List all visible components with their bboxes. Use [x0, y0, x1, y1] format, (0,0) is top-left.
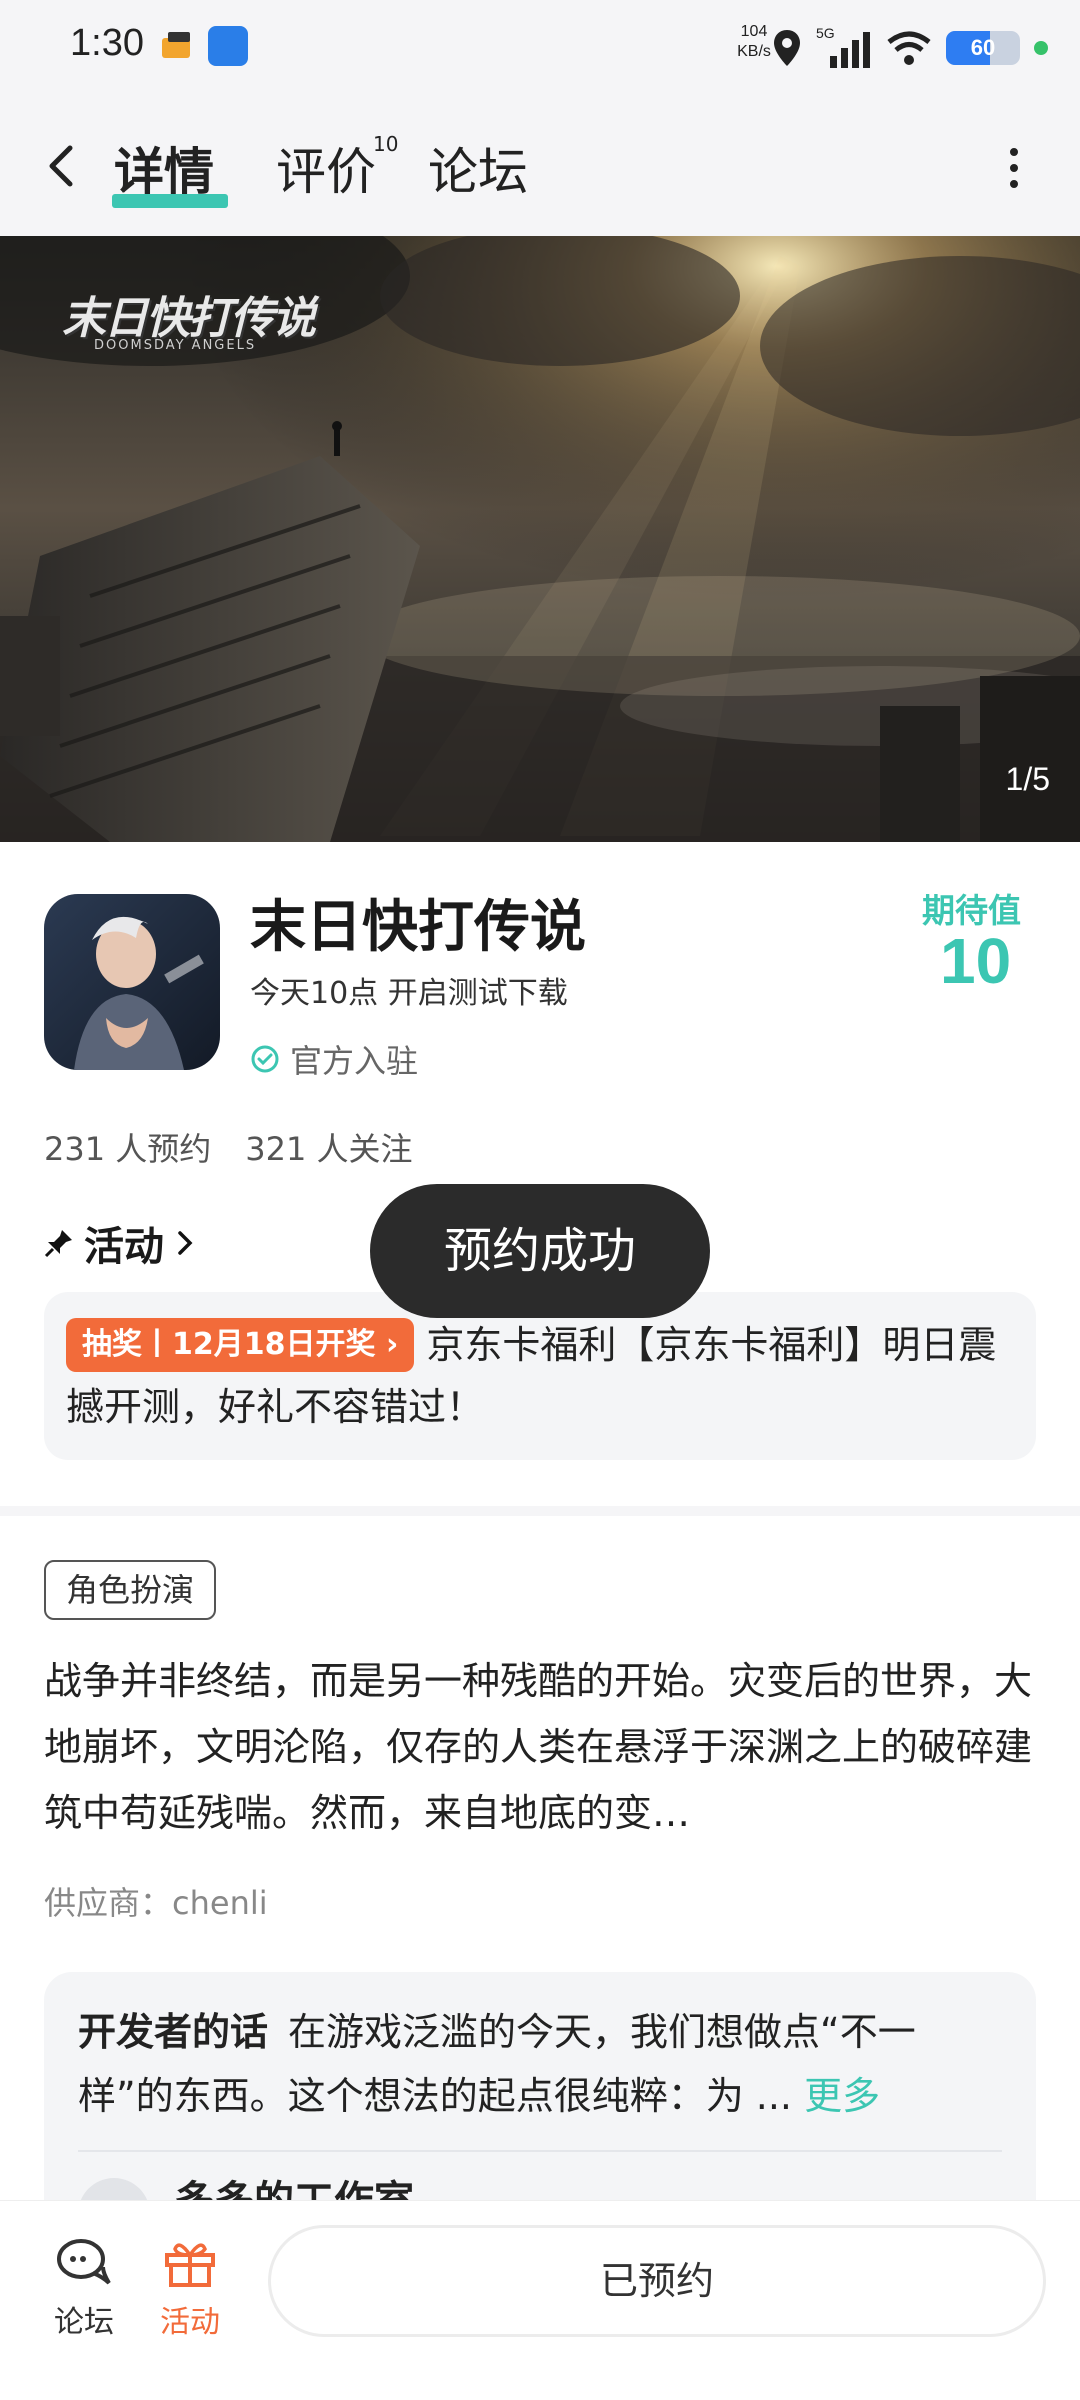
game-description[interactable]: 战争并非终结，而是另一种残酷的开始。灾变后的世界，大地崩坏，文明沦陷，仅存的人类… [44, 1648, 1034, 1846]
tab-details[interactable]: 详情 [114, 132, 214, 204]
hero-banner[interactable]: 末日快打传说 DOOMSDAY ANGELS 1/5 [0, 236, 1080, 842]
status-icons: 5G 60 [772, 20, 1048, 76]
location-icon [774, 30, 800, 66]
wifi-icon [887, 31, 931, 65]
divider [78, 2150, 1002, 2152]
tab-reviews[interactable]: 评价 [276, 132, 376, 204]
hero-game-logo-sub: DOOMSDAY ANGELS [94, 338, 257, 353]
notification-app-icon [208, 26, 248, 66]
battery-icon: 60 [946, 31, 1020, 65]
developer-notes: 开发者的话 在游戏泛滥的今天，我们想做点“不一样”的东西。这个想法的起点很纯粹：为… [78, 2000, 1002, 2128]
activity-header[interactable]: 活动 [44, 1214, 196, 1272]
bottom-action-bar: 论坛 活动 已预约 [0, 2200, 1080, 2400]
forum-label: 论坛 [54, 2305, 114, 2340]
forum-button[interactable]: 论坛 [34, 2237, 134, 2341]
back-icon[interactable] [36, 138, 92, 194]
status-bar: 1:30 104 KB/s 5G 60 [0, 0, 1080, 96]
supplier-label: 供应商：chenli [44, 1884, 268, 1922]
activity-button[interactable]: 活动 [140, 2237, 240, 2341]
svg-text:5G: 5G [816, 26, 835, 41]
hero-game-logo: 末日快打传说 [62, 293, 316, 344]
top-nav: 详情 评价 10 论坛 [0, 96, 1080, 236]
game-info-card: 末日快打传说 今天10点 开启测试下载 官方入驻 期待值 10 231 人预约 … [0, 842, 1080, 1506]
pin-icon [44, 1230, 72, 1258]
chevron-right-icon [178, 1231, 193, 1255]
more-options-icon[interactable] [994, 144, 1034, 192]
description-section: 角色扮演 战争并非终结，而是另一种残酷的开始。灾变后的世界，大地崩坏，文明沦陷，… [0, 1516, 1080, 2200]
gift-icon [165, 2243, 215, 2287]
signal-icon: 5G [816, 26, 870, 68]
battery-level: 60 [970, 35, 996, 60]
tab-forum[interactable]: 论坛 [428, 132, 528, 204]
more-link[interactable]: 更多 [804, 2074, 880, 2118]
image-counter: 1/5 [1005, 761, 1050, 797]
stats-row: 231 人预约 321 人关注 [44, 1124, 413, 1170]
developer-notes-card[interactable]: 开发者的话 在游戏泛滥的今天，我们想做点“不一样”的东西。这个想法的起点很纯粹：为… [44, 1972, 1036, 2200]
developer-avatar [78, 2178, 150, 2200]
genre-tag[interactable]: 角色扮演 [44, 1560, 217, 1620]
status-dot [1034, 41, 1048, 55]
game-app-icon[interactable] [44, 894, 220, 1070]
follower-count: 321 人关注 [245, 1130, 413, 1168]
developer-notes-label: 开发者的话 [78, 2010, 269, 2054]
reserved-button[interactable]: 已预约 [268, 2225, 1046, 2337]
verified-check-icon [251, 1045, 279, 1073]
official-badge: 官方入驻 [250, 1036, 418, 1082]
forum-icon [57, 2239, 111, 2285]
game-title: 末日快打传说 [250, 895, 586, 960]
activity-label: 活动 [160, 2305, 220, 2340]
toast-message: 预约成功 [370, 1184, 710, 1318]
game-subtitle: 今天10点 开启测试下载 [250, 976, 568, 1011]
expectation-value: 10 [940, 925, 1012, 997]
activity-content: 抽奖丨12月18日开奖 › 京东卡福利【京东卡福利】明日震撼开测，好礼不容错过！ [66, 1314, 1014, 1438]
status-time: 1:30 [70, 22, 144, 64]
notification-app-icon [162, 32, 190, 58]
reservation-count: 231 人预约 [44, 1130, 212, 1168]
reviews-count-badge: 10 [373, 132, 399, 156]
developer-name[interactable]: 多多的工作室 [174, 2168, 414, 2200]
activity-heading: 活动 [84, 1224, 164, 1270]
lottery-tag[interactable]: 抽奖丨12月18日开奖 › [66, 1318, 415, 1372]
game-icon-art [44, 894, 220, 1070]
official-label: 官方入驻 [290, 1042, 419, 1080]
